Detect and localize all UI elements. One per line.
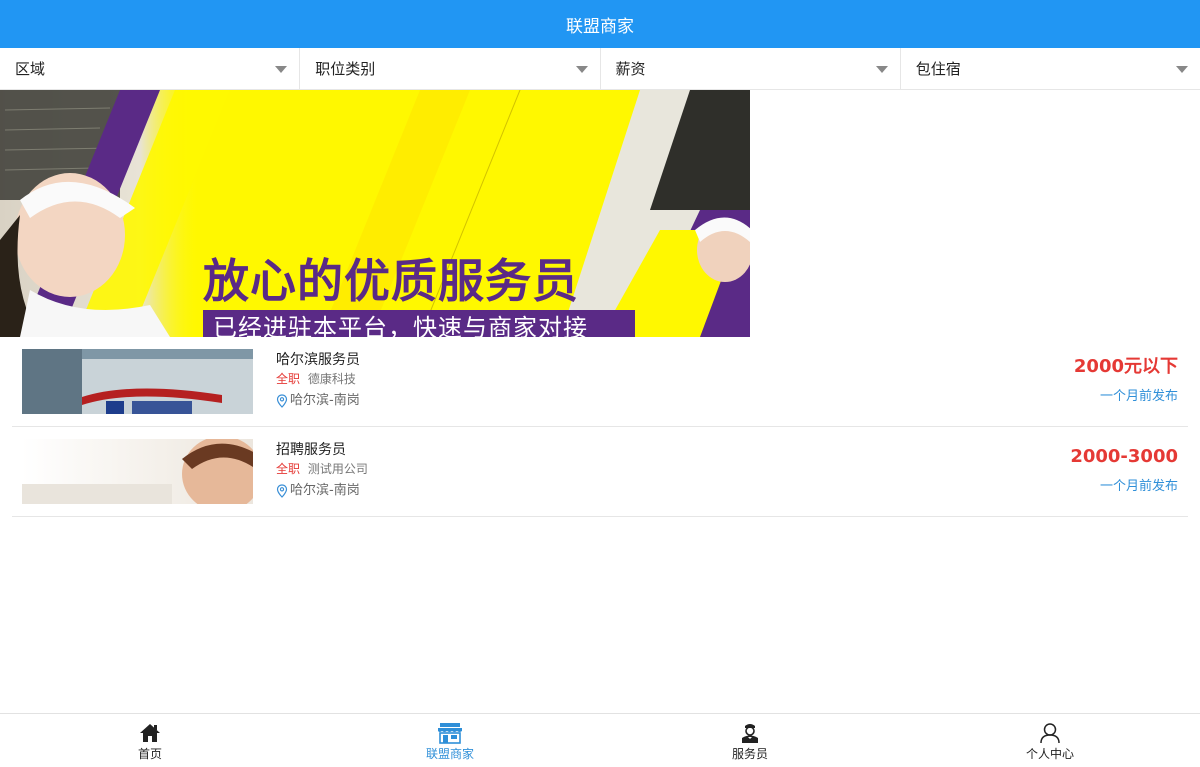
caret-down-icon [875,66,888,73]
job-right: 2000-3000 一个月前发布 [1070,445,1178,494]
location-pin-icon [276,394,288,408]
banner-title: 放心的优质服务员 [203,254,579,308]
job-right: 2000元以下 一个月前发布 [1074,355,1178,404]
home-icon [140,724,160,742]
filter-bar: 区域 职位类别 薪资 包住宿 [0,48,1200,90]
store-icon [438,723,462,744]
tab-alliance-merchants[interactable]: 联盟商家 [300,714,600,767]
location-text: 哈尔滨-南岗 [290,483,360,498]
tab-waiter[interactable]: 服务员 [600,714,900,767]
job-title: 哈尔滨服务员 [276,352,360,368]
location-pin-icon [276,484,288,498]
job-info: 招聘服务员 全职 测试用公司 哈尔滨-南岗 [276,441,368,501]
job-type: 全职 [276,462,301,476]
job-info: 哈尔滨服务员 全职 德康科技 哈尔滨-南岗 [276,351,360,411]
job-type: 全职 [276,372,301,386]
tab-label: 服务员 [731,747,768,761]
job-item[interactable]: 招聘服务员 全职 测试用公司 哈尔滨-南岗 2000-3000 一个月前发布 [12,427,1188,517]
tab-label: 个人中心 [1025,747,1074,761]
job-salary: 2000-3000 [1070,446,1178,467]
filter-salary[interactable]: 薪资 [601,48,901,89]
job-meta: 全职 德康科技 [276,370,360,388]
job-thumbnail [22,349,253,414]
job-location: 哈尔滨-南岗 [276,481,368,501]
tab-label: 联盟商家 [425,747,474,761]
waiter-icon [742,724,758,743]
job-location: 哈尔滨-南岗 [276,391,360,411]
tab-home[interactable]: 首页 [0,714,300,767]
job-meta: 全职 测试用公司 [276,460,368,478]
location-text: 哈尔滨-南岗 [290,393,360,408]
company-name: 德康科技 [307,372,356,386]
job-salary: 2000元以下 [1073,356,1178,377]
banner-subtitle: 已经进驻本平台，快速与商家对接 [203,310,635,337]
filter-category[interactable]: 职位类别 [300,48,601,89]
job-posted-time: 一个月前发布 [1099,479,1178,494]
filter-label: 区域 [15,60,46,78]
promo-banner[interactable]: 放心的优质服务员 已经进驻本平台，快速与商家对接 [0,90,750,337]
caret-down-icon [275,66,288,73]
caret-down-icon [1176,66,1188,73]
user-icon [1040,723,1060,744]
job-list: 哈尔滨服务员 全职 德康科技 哈尔滨-南岗 2000元以下 一个月前发布 招聘服… [0,337,1200,517]
filter-housing[interactable]: 包住宿 [901,48,1200,89]
caret-down-icon [575,66,588,73]
page-header: 联盟商家 [0,0,1200,48]
tab-profile[interactable]: 个人中心 [900,714,1200,767]
filter-label: 薪资 [615,60,646,78]
filter-label: 职位类别 [315,60,376,78]
company-name: 测试用公司 [307,462,368,476]
app-root: 联盟商家 区域 职位类别 薪资 包住宿 放心的优质服务员 已经进驻本平台，快速与… [0,0,1200,767]
filter-label: 包住宿 [915,60,961,78]
page-title: 联盟商家 [566,16,634,37]
job-title: 招聘服务员 [276,442,346,458]
filter-region[interactable]: 区域 [0,48,301,89]
bottom-tab-bar: 首页 联盟商家 服务员 个人中心 [0,713,1200,767]
job-thumbnail [22,439,253,504]
job-posted-time: 一个月前发布 [1099,389,1178,404]
job-item[interactable]: 哈尔滨服务员 全职 德康科技 哈尔滨-南岗 2000元以下 一个月前发布 [12,337,1188,427]
tab-label: 首页 [137,747,162,761]
